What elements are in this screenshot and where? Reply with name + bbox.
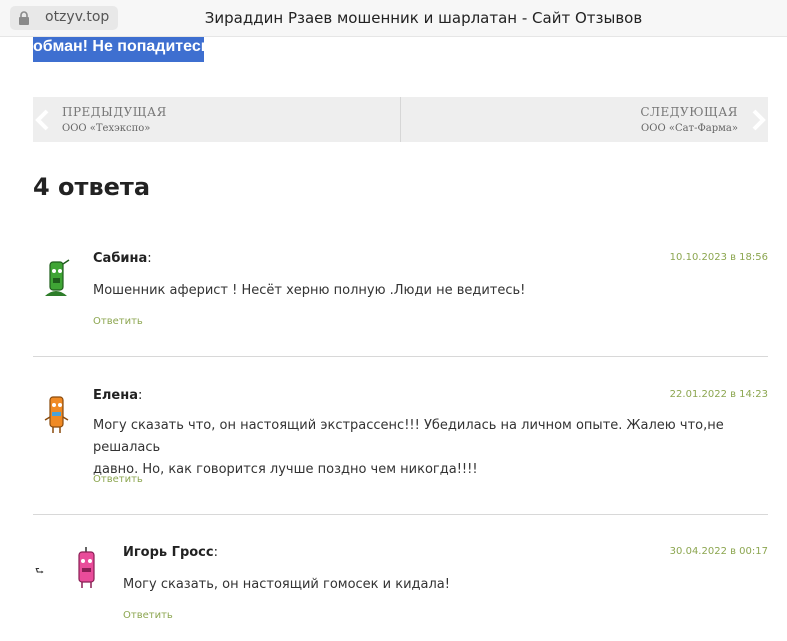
comment-divider xyxy=(33,514,768,515)
avatar xyxy=(45,259,70,296)
comments-heading: 4 ответа xyxy=(33,173,151,201)
prev-post-title: ООО «Техэкспо» xyxy=(62,123,151,134)
comment-divider xyxy=(33,356,768,357)
prev-post-link[interactable]: ПРЕДЫДУЩАЯ ООО «Техэкспо» xyxy=(33,97,400,142)
comment-text-line: давно. Но, как говорится лучше поздно че… xyxy=(93,462,478,477)
comment-author: Сабина: xyxy=(93,251,152,266)
comment-text: Могу сказать, он настоящий гомосек и кид… xyxy=(123,577,450,592)
author-name: Сабина xyxy=(93,251,148,266)
prev-post-label: ПРЕДЫДУЩАЯ xyxy=(62,105,167,119)
chevron-right-icon xyxy=(752,109,766,131)
page-title: Зираддин Рзаев мошенник и шарлатан - Сай… xyxy=(204,9,643,27)
browser-bar: otzyv.top Зираддин Рзаев мошенник и шарл… xyxy=(0,0,787,37)
avatar xyxy=(78,547,95,588)
highlighted-text: обман! Не попадитесь! xyxy=(33,37,204,62)
author-colon: : xyxy=(213,545,218,560)
author-name: Игорь Гросс xyxy=(123,545,214,560)
comment-date[interactable]: 22.01.2022 в 14:23 xyxy=(670,389,768,400)
author-colon: : xyxy=(147,251,152,266)
author-colon: : xyxy=(137,388,143,403)
avatar xyxy=(44,396,69,433)
comment-text-line: Могу сказать что, он настоящий экстрассе… xyxy=(93,418,724,455)
comment-date[interactable]: 10.10.2023 в 18:56 xyxy=(670,252,768,263)
comment-item: Игорь Гросс: 30.04.2022 в 00:17 Могу ска… xyxy=(33,544,768,634)
chevron-left-icon xyxy=(35,109,49,131)
comment-text: Мошенник аферист ! Несёт херню полную .Л… xyxy=(93,283,526,298)
next-post-title: ООО «Сат-Фарма» xyxy=(641,123,738,134)
comment-item: Елена: 22.01.2022 в 14:23 Могу сказать ч… xyxy=(33,387,768,497)
reply-link[interactable]: Ответить xyxy=(93,316,143,327)
reply-link[interactable]: Ответить xyxy=(123,610,173,621)
comment-date[interactable]: 30.04.2022 в 00:17 xyxy=(670,546,768,557)
comment-author: Елена: xyxy=(93,388,142,403)
next-post-link[interactable]: СЛЕДУЮЩАЯ ООО «Сат-Фарма» xyxy=(401,97,768,142)
post-navigation: ПРЕДЫДУЩАЯ ООО «Техэкспо» СЛЕДУЮЩАЯ ООО … xyxy=(33,97,768,142)
reply-link[interactable]: Ответить xyxy=(93,474,143,485)
comment-text: Могу сказать что, он настоящий экстрассе… xyxy=(93,415,768,481)
comment-item: Сабина: 10.10.2023 в 18:56 Мошенник афер… xyxy=(33,250,768,340)
next-post-label: СЛЕДУЮЩАЯ xyxy=(640,105,738,119)
comment-author: Игорь Гросс: xyxy=(123,545,218,560)
author-name: Елена xyxy=(93,388,138,403)
